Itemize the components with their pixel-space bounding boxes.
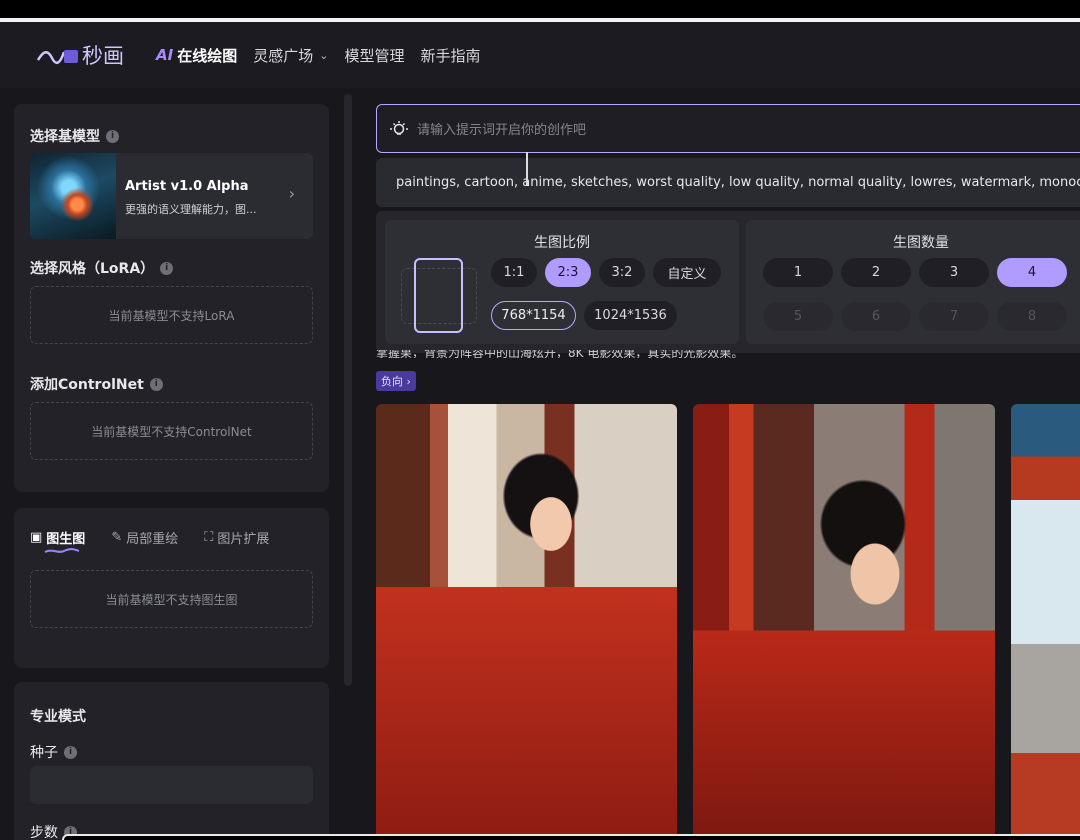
top-header: 秒画 AI 在线绘图 灵感广场 ⌄ 模型管理 新手指南 <box>0 22 1080 88</box>
prompt-placeholder: 请输入提示词开启你的创作吧 <box>417 123 587 138</box>
nav-model-manage[interactable]: 模型管理 <box>344 45 404 66</box>
model-panel: 选择基模型 i Artist v1.0 Alpha 更强的语义理解能力，图...… <box>14 104 329 492</box>
nav-inspiration[interactable]: 灵感广场 ⌄ <box>253 45 328 66</box>
generated-prompt-clipped: 掌握果，背景为阵容中的山海炫开，8K 电影效果，真实的光影效果。 <box>376 350 744 358</box>
ratio-option-custom[interactable]: 自定义 <box>653 258 721 287</box>
steps-label-text: 步数 <box>30 825 58 840</box>
size-option-768[interactable]: 768*1154 <box>491 301 576 330</box>
count-option-7: 7 <box>919 302 989 331</box>
seed-label: 种子 i <box>30 742 77 762</box>
main-nav: AI 在线绘图 灵感广场 ⌄ 模型管理 新手指南 <box>156 45 496 66</box>
app-window: 秒画 AI 在线绘图 灵感广场 ⌄ 模型管理 新手指南 选择基模型 i Arti… <box>0 22 1080 840</box>
tab-img2img-label: 图生图 <box>46 532 86 547</box>
nav-guide[interactable]: 新手指南 <box>420 45 480 66</box>
pro-mode-panel: 专业模式 种子 i 步数 i <box>14 682 329 840</box>
ratio-option-3-2[interactable]: 3:2 <box>599 258 645 287</box>
info-icon[interactable]: i <box>149 377 163 391</box>
count-title: 生图数量 <box>893 235 949 251</box>
count-option-6: 6 <box>841 302 911 331</box>
negative-prompt-input[interactable]: paintings, cartoon, anime, sketches, wor… <box>376 158 1080 207</box>
tab-img2img[interactable]: ▣ 图生图 <box>30 528 86 553</box>
brush-icon: ✎ <box>111 530 123 545</box>
chevron-down-icon: ⌄ <box>319 48 329 62</box>
base-model-title: 选择基模型 i <box>30 126 119 146</box>
img2img-empty-box: 当前基模型不支持图生图 <box>30 570 313 628</box>
ratio-option-1-1[interactable]: 1:1 <box>491 258 537 287</box>
lora-empty-box: 当前基模型不支持LoRA <box>30 286 313 344</box>
text-cursor <box>526 152 528 186</box>
nav-guide-label: 新手指南 <box>420 46 481 65</box>
controlnet-empty-text: 当前基模型不支持ControlNet <box>91 424 252 439</box>
screen-top-strip <box>0 0 1080 18</box>
overlay-window-edge <box>62 834 1080 840</box>
negative-tag[interactable]: 负向 › <box>376 371 416 391</box>
controlnet-empty-box: 当前基模型不支持ControlNet <box>30 402 313 460</box>
size-option-1024[interactable]: 1024*1536 <box>584 301 677 330</box>
lora-title-text: 选择风格（LoRA） <box>30 261 155 277</box>
controlnet-title: 添加ControlNet i <box>30 374 163 394</box>
ratio-option-2-3[interactable]: 2:3 <box>545 258 591 287</box>
count-option-3[interactable]: 3 <box>919 258 989 287</box>
generation-settings-popover: 生图比例 1:1 2:3 3:2 自定义 768*1154 1024*1536 … <box>376 211 1080 353</box>
tab-active-indicator <box>44 548 80 553</box>
pro-mode-title: 专业模式 <box>30 706 86 726</box>
info-icon[interactable]: i <box>64 745 77 759</box>
negative-prompt-text: paintings, cartoon, anime, sketches, wor… <box>396 175 1080 190</box>
nav-model-manage-label: 模型管理 <box>344 46 405 65</box>
base-model-card[interactable]: Artist v1.0 Alpha 更强的语义理解能力，图... › <box>30 153 313 239</box>
ratio-title: 生图比例 <box>534 235 590 251</box>
seed-input[interactable] <box>30 766 313 804</box>
count-option-2[interactable]: 2 <box>841 258 911 287</box>
lora-title: 选择风格（LoRA） i <box>30 258 174 278</box>
base-model-title-text: 选择基模型 <box>30 129 100 145</box>
generated-image-2[interactable] <box>693 404 995 840</box>
generated-image-3[interactable] <box>1011 404 1080 840</box>
tab-inpaint-label: 局部重绘 <box>126 532 179 547</box>
tab-outpaint-label: 图片扩展 <box>217 532 270 547</box>
main-area: 请输入提示词开启你的创作吧 paintings, cartoon, anime,… <box>362 88 1080 840</box>
nav-online-draw-label: 在线绘图 <box>177 46 238 65</box>
ratio-panel: 生图比例 1:1 2:3 3:2 自定义 768*1154 1024*1536 <box>385 220 739 344</box>
count-panel: 生图数量 1 2 3 4 5 6 7 8 <box>746 220 1080 344</box>
img-tabs: ▣ 图生图 ✎ 局部重绘 ⛶ 图片扩展 <box>30 528 295 553</box>
lightbulb-icon <box>390 120 408 135</box>
logo[interactable]: 秒画 <box>36 40 136 70</box>
count-option-1[interactable]: 1 <box>763 258 833 287</box>
seed-label-text: 种子 <box>30 745 58 761</box>
info-icon[interactable]: i <box>106 129 119 143</box>
model-description: 更强的语义理解能力，图... <box>125 203 257 216</box>
nav-online-draw[interactable]: AI 在线绘图 <box>156 45 237 66</box>
left-sidebar: 选择基模型 i Artist v1.0 Alpha 更强的语义理解能力，图...… <box>0 88 345 840</box>
logo-wave-icon <box>36 50 78 65</box>
pro-mode-title-text: 专业模式 <box>30 709 86 725</box>
count-option-5: 5 <box>763 302 833 331</box>
count-option-8: 8 <box>997 302 1067 331</box>
lora-empty-text: 当前基模型不支持LoRA <box>108 308 235 323</box>
controlnet-title-text: 添加ControlNet <box>30 377 144 393</box>
image-icon: ▣ <box>30 530 43 545</box>
count-option-4[interactable]: 4 <box>997 258 1067 287</box>
img2img-empty-text: 当前基模型不支持图生图 <box>105 592 238 607</box>
ratio-preview <box>414 258 463 333</box>
chevron-right-icon: › <box>288 184 295 203</box>
sidebar-scrollbar[interactable] <box>344 94 352 686</box>
model-name: Artist v1.0 Alpha <box>125 179 249 194</box>
tab-inpaint[interactable]: ✎ 局部重绘 <box>111 528 178 547</box>
expand-icon: ⛶ <box>204 530 214 545</box>
prompt-input[interactable]: 请输入提示词开启你的创作吧 <box>376 104 1080 153</box>
generated-image-1[interactable] <box>376 404 677 840</box>
model-thumbnail <box>30 153 116 239</box>
logo-text: 秒画 <box>82 44 124 68</box>
tab-outpaint[interactable]: ⛶ 图片扩展 <box>204 528 269 547</box>
nav-ai-prefix: AI <box>156 46 174 64</box>
info-icon[interactable]: i <box>160 261 174 275</box>
img2img-panel: ▣ 图生图 ✎ 局部重绘 ⛶ 图片扩展 当前基模型不支持图生图 <box>14 508 329 668</box>
nav-inspiration-label: 灵感广场 <box>253 46 314 65</box>
